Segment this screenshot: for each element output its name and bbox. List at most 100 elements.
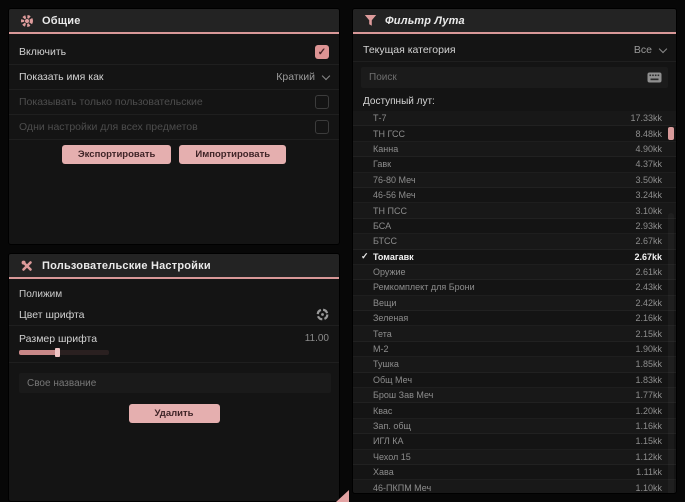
loot-item-name: Канна [373,143,399,154]
loot-row[interactable]: ТН ПСС 3.10kk [353,203,676,219]
enable-row[interactable]: Включить ✓ [9,40,339,65]
loot-item-value: 17.33kk [630,113,662,124]
loot-item-value: 1.11kk [636,467,662,478]
loot-row[interactable]: Общ Меч 1.83kk [353,373,676,389]
font-color-row[interactable]: Цвет шрифта [9,304,339,326]
selected-item-name: Полижим [19,289,63,300]
loot-item-name: Зап. общ [373,421,411,431]
loot-row[interactable]: Оружие 2.61kk [353,265,676,281]
loot-item-name: ТН ГСС [373,128,405,139]
loot-list: Т-7 17.33kk ТН ГСС 8.48kk Канна 4.90kk Г… [353,111,676,493]
font-size-value: 11.00 [304,333,329,344]
same-settings-checkbox[interactable] [315,120,329,134]
export-button[interactable]: Экспортировать [61,145,172,164]
loot-item-name: Томагавк [373,251,414,262]
category-value: Все [633,44,652,56]
loot-row[interactable]: Квас 1.20kk [353,403,676,419]
loot-row[interactable]: ✓ Томагавк 2.67kk [353,250,676,265]
delete-button[interactable]: Удалить [128,404,220,423]
loot-item-value: 1.12kk [635,451,662,462]
loot-row[interactable]: Чехол 15 1.12kk [353,450,676,465]
loot-row[interactable]: Т-7 17.33kk [353,111,676,127]
loot-item-name: Чехол 15 [373,451,411,462]
scrollbar-thumb[interactable] [668,127,674,140]
loot-item-name: ТН ПСС [373,205,407,216]
loot-filter-header[interactable]: Фильтр Лута [353,9,676,34]
loot-item-name: Тушка [373,359,399,370]
check-icon: ✓ [361,251,369,262]
search-input[interactable] [369,72,641,83]
gear-icon [20,14,34,28]
resize-grip[interactable] [336,490,349,502]
general-panel-title: Общие [42,14,81,27]
category-row: Текущая категория Все [353,39,676,62]
loot-row[interactable]: Зап. общ 1.16kk [353,419,676,435]
loot-row[interactable]: Зеленая 2.16kk [353,311,676,327]
loot-item-value: 2.16kk [635,313,662,324]
display-name-dropdown[interactable]: Краткий [276,71,331,83]
only-custom-label: Показывать только пользовательские [19,96,203,108]
enable-checkbox[interactable]: ✓ [315,45,329,59]
custom-settings-panel: Пользовательские Настройки Полижим Цвет … [8,253,340,502]
palette-icon[interactable] [316,308,329,321]
loot-row[interactable]: 46-ПКПМ Меч 1.10kk [353,480,676,493]
font-size-slider-fill [19,350,57,355]
loot-item-name: Квас [373,405,393,416]
display-name-label: Показать имя как [19,71,104,83]
loot-item-value: 2.93kk [635,220,662,231]
loot-row[interactable]: Ремкомплект для Брони 2.43kk [353,280,676,296]
chevron-down-icon [658,44,668,53]
loot-row[interactable]: Тета 2.15kk [353,326,676,342]
loot-item-name: Т-7 [373,113,387,124]
font-size-slider-handle[interactable] [55,348,60,357]
loot-item-name: Гавк [373,159,392,170]
search-row [361,67,668,88]
loot-row[interactable]: БСА 2.93kk [353,219,676,235]
custom-settings-header[interactable]: Пользовательские Настройки [9,254,339,279]
loot-item-name: 46-56 Меч [373,190,416,201]
loot-item-value: 4.37kk [635,159,662,170]
loot-item-value: 2.43kk [635,282,662,293]
loot-item-name: Оружие [373,267,406,278]
font-color-label: Цвет шрифта [19,308,85,321]
loot-row[interactable]: Вещи 2.42kk [353,296,676,312]
loot-row[interactable]: ИГЛ КА 1.15kk [353,434,676,450]
loot-item-name: 46-ПКПМ Меч [373,482,432,493]
loot-item-value: 3.50kk [635,174,662,185]
keyboard-icon[interactable] [647,72,662,83]
enable-label: Включить [19,46,67,58]
loot-item-name: БСА [373,220,392,231]
loot-row[interactable]: Канна 4.90kk [353,142,676,158]
font-size-label: Размер шрифта [19,332,98,345]
loot-row[interactable]: 46-56 Меч 3.24kk [353,188,676,204]
same-settings-row[interactable]: Одни настройки для всех предметов [9,115,339,140]
loot-row[interactable]: БТСС 2.67kk [353,234,676,250]
loot-item-name: Ремкомплект для Брони [373,282,475,293]
loot-row[interactable]: 76-80 Меч 3.50kk [353,173,676,188]
loot-filter-title: Фильтр Лута [385,14,465,27]
loot-item-name: Брош Зав Меч [373,390,434,401]
loot-row[interactable]: ТН ГСС 8.48kk [353,126,676,142]
loot-item-name: ИГЛ КА [373,436,404,447]
custom-name-input[interactable] [19,373,331,393]
loot-row[interactable]: Брош Зав Меч 1.77kk [353,388,676,404]
loot-item-name: Тета [373,328,392,339]
only-custom-checkbox[interactable] [315,95,329,109]
loot-row[interactable]: Гавк 4.37kk [353,157,676,173]
loot-row[interactable]: Тушка 1.85kk [353,357,676,373]
loot-item-value: 8.48kk [635,128,662,139]
scrollbar-track[interactable] [668,213,674,493]
loot-item-value: 1.90kk [635,344,662,355]
funnel-icon [364,14,377,27]
general-panel-header[interactable]: Общие [9,9,339,34]
loot-item-value: 2.67kk [635,236,662,247]
loot-row[interactable]: М-2 1.90kk [353,342,676,358]
loot-row[interactable]: Хава 1.11kk [353,465,676,481]
font-size-slider[interactable] [19,348,109,357]
loot-item-value: 3.10kk [635,205,662,216]
import-button[interactable]: Импортировать [179,145,287,164]
category-dropdown[interactable]: Все [633,44,668,56]
loot-item-value: 1.15kk [635,436,662,447]
loot-item-value: 2.15kk [635,328,662,339]
only-custom-row[interactable]: Показывать только пользовательские [9,90,339,115]
